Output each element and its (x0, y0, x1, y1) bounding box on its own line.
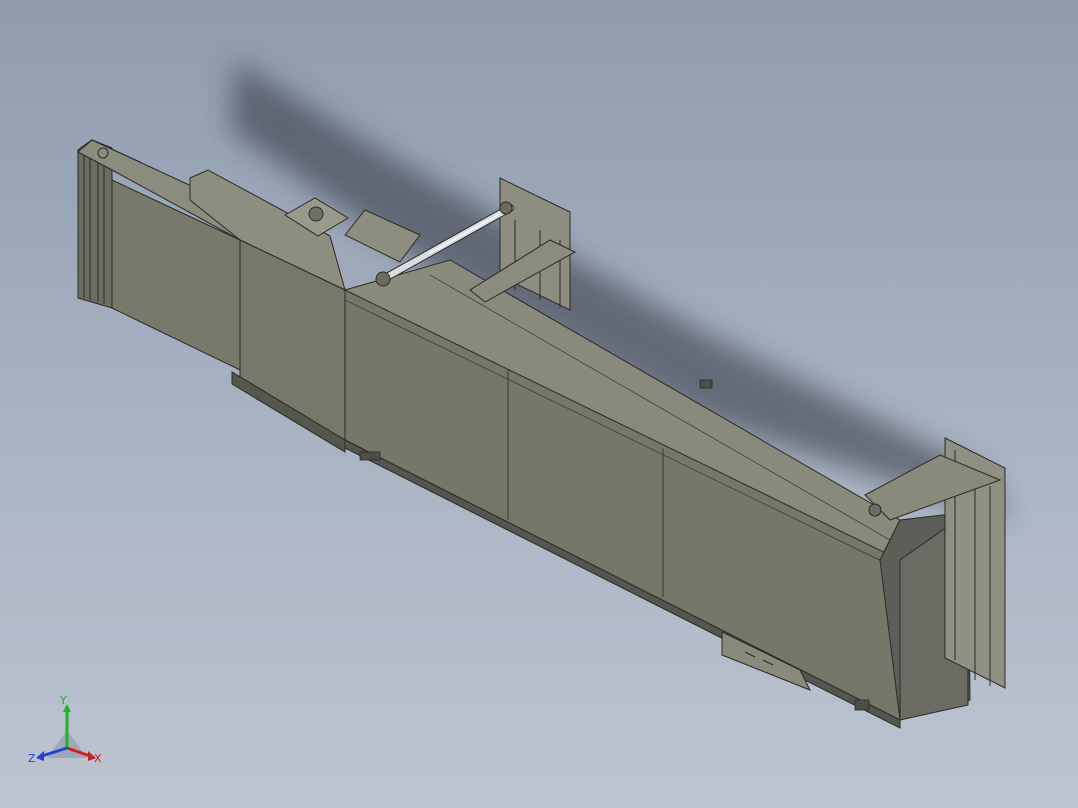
z-axis-label: Z (28, 752, 36, 765)
conveyor-model[interactable] (0, 0, 1078, 808)
bearing-icon (308, 206, 324, 222)
axis-triad: Y X Z (28, 694, 102, 765)
y-axis-label: Y (59, 694, 67, 707)
right-pivot-icon (868, 503, 882, 517)
cad-viewport[interactable]: Y X Z (0, 0, 1078, 808)
z-axis-arrow-icon (36, 751, 44, 761)
x-axis-label: X (94, 752, 102, 765)
